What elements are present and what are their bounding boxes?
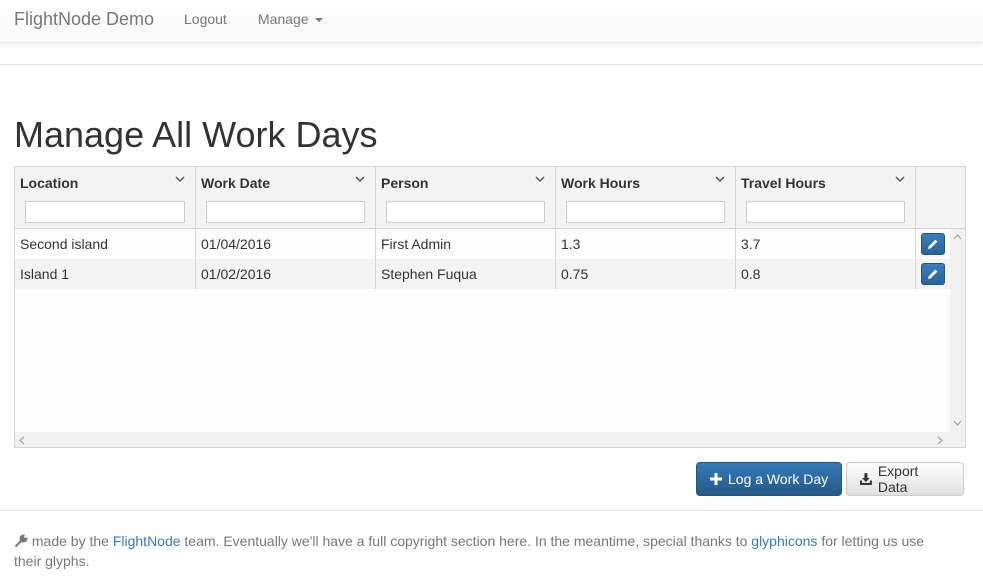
footer-text: made by the <box>28 533 113 549</box>
footer: made by the FlightNode team. Eventually … <box>14 531 954 571</box>
download-icon <box>859 473 872 485</box>
page-title: Manage All Work Days <box>14 114 378 155</box>
pencil-icon <box>928 239 938 249</box>
export-data-label: Export Data <box>877 463 919 495</box>
pencil-icon <box>928 269 938 279</box>
edit-button[interactable] <box>921 233 945 255</box>
logout-link[interactable]: Logout <box>184 11 227 27</box>
scroll-right-icon[interactable] <box>937 436 943 445</box>
cell-location: Second island <box>15 229 196 259</box>
log-work-day-label: Log a Work Day <box>728 471 829 487</box>
wrench-icon <box>14 534 28 548</box>
glyphicons-link[interactable]: glyphicons <box>751 533 817 549</box>
cell-travel-hours: 3.7 <box>736 229 916 259</box>
footer-text: team. Eventually we'll have a full copyr… <box>180 533 752 549</box>
plus-icon <box>710 473 722 485</box>
scroll-up-icon[interactable] <box>953 234 962 240</box>
horizontal-scrollbar[interactable] <box>15 432 965 447</box>
cell-work-hours: 0.75 <box>556 259 736 289</box>
column-title: Work Date <box>201 175 270 191</box>
cell-work-date: 01/02/2016 <box>196 259 376 289</box>
manage-label: Manage <box>258 11 309 27</box>
column-title: Location <box>20 175 79 191</box>
flightnode-link[interactable]: FlightNode <box>113 533 181 549</box>
scroll-down-icon[interactable] <box>953 420 962 426</box>
table-row[interactable]: Island 1 01/02/2016 Stephen Fuqua 0.75 0… <box>15 259 950 289</box>
brand-link[interactable]: FlightNode Demo <box>14 9 154 30</box>
column-title: Travel Hours <box>741 175 826 191</box>
manage-dropdown[interactable]: Manage <box>258 11 323 27</box>
column-header-travel-hours[interactable]: Travel Hours <box>736 167 916 228</box>
cell-work-date: 01/04/2016 <box>196 229 376 259</box>
column-header-location[interactable]: Location <box>15 167 196 228</box>
export-data-button[interactable]: Export Data <box>846 462 964 496</box>
cell-person: First Admin <box>376 229 556 259</box>
grid-header: Location Work Date Person Work Hours Tra… <box>15 167 965 229</box>
vertical-scrollbar[interactable] <box>950 229 965 432</box>
column-header-work-date[interactable]: Work Date <box>196 167 376 228</box>
divider <box>0 510 983 511</box>
cell-location: Island 1 <box>15 259 196 289</box>
cell-travel-hours: 0.8 <box>736 259 916 289</box>
column-title: Person <box>381 175 429 191</box>
column-title: Work Hours <box>561 175 641 191</box>
edit-button[interactable] <box>921 263 945 285</box>
cell-work-hours: 1.3 <box>556 229 736 259</box>
filter-input-person[interactable] <box>386 201 545 223</box>
scroll-left-icon[interactable] <box>19 436 25 445</box>
filter-input-work-date[interactable] <box>206 201 365 223</box>
chevron-down-icon[interactable] <box>175 175 185 183</box>
filter-input-work-hours[interactable] <box>566 201 725 223</box>
chevron-down-icon[interactable] <box>355 175 365 183</box>
divider <box>0 64 983 65</box>
chevron-down-icon[interactable] <box>535 175 545 183</box>
column-header-person[interactable]: Person <box>376 167 556 228</box>
chevron-down-icon[interactable] <box>895 175 905 183</box>
chevron-down-icon[interactable] <box>715 175 725 183</box>
log-work-day-button[interactable]: Log a Work Day <box>696 462 842 496</box>
caret-down-icon <box>314 18 323 23</box>
cell-person: Stephen Fuqua <box>376 259 556 289</box>
top-navbar: FlightNode Demo Logout Manage <box>0 0 983 43</box>
filter-input-location[interactable] <box>25 201 185 223</box>
table-row[interactable]: Second island 01/04/2016 First Admin 1.3… <box>15 229 950 259</box>
column-header-work-hours[interactable]: Work Hours <box>556 167 736 228</box>
filter-input-travel-hours[interactable] <box>746 201 905 223</box>
work-days-grid: Location Work Date Person Work Hours Tra… <box>14 166 966 448</box>
